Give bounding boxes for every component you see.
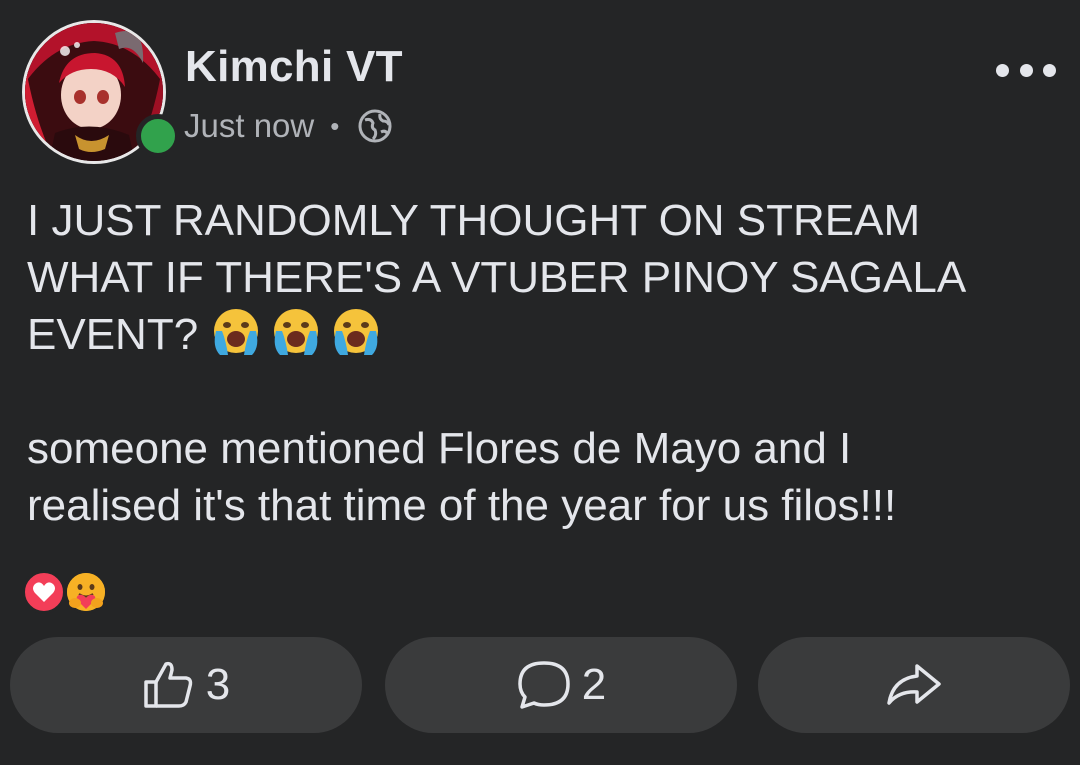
- like-button[interactable]: 3: [10, 637, 362, 733]
- comment-count: 2: [581, 660, 607, 709]
- avatar[interactable]: [22, 20, 180, 164]
- post-line-2: WHAT IF THERE'S A VTUBER PINOY SAGALA: [27, 253, 967, 302]
- online-status-dot: [136, 114, 180, 158]
- share-icon: [887, 664, 941, 705]
- post-line-5: realised it's that time of the year for …: [27, 481, 897, 530]
- post-line-1: I JUST RANDOMLY THOUGHT ON STREAM: [27, 196, 921, 245]
- care-reaction-icon: [64, 570, 108, 614]
- post-meta: Just now •: [184, 104, 393, 148]
- like-count: 3: [205, 660, 231, 709]
- timestamp[interactable]: Just now: [184, 107, 314, 145]
- crying-face-icon: [270, 307, 322, 357]
- post-line-3: EVENT?: [27, 306, 1057, 363]
- post-card: Kimchi VT Just now • I JUST RANDOMLY THO…: [0, 0, 1080, 765]
- comment-icon: [518, 661, 570, 709]
- post-line-4: someone mentioned Flores de Mayo and I: [27, 424, 852, 473]
- crying-face-icon: [330, 307, 382, 357]
- crying-face-icon: [210, 307, 262, 357]
- reaction-summary[interactable]: [22, 570, 114, 614]
- author-name[interactable]: Kimchi VT: [185, 42, 403, 92]
- post-line-3-text: EVENT?: [27, 310, 199, 359]
- comment-button[interactable]: 2: [385, 637, 737, 733]
- meta-separator: •: [330, 110, 340, 141]
- love-reaction-icon: [22, 570, 66, 614]
- thumbs-up-icon: [144, 661, 192, 708]
- action-bar: 3 2: [10, 637, 1072, 733]
- more-options-icon[interactable]: [996, 58, 1056, 82]
- post-text: I JUST RANDOMLY THOUGHT ON STREAM WHAT I…: [27, 192, 1057, 534]
- share-button[interactable]: [758, 637, 1070, 733]
- globe-icon: [357, 108, 393, 144]
